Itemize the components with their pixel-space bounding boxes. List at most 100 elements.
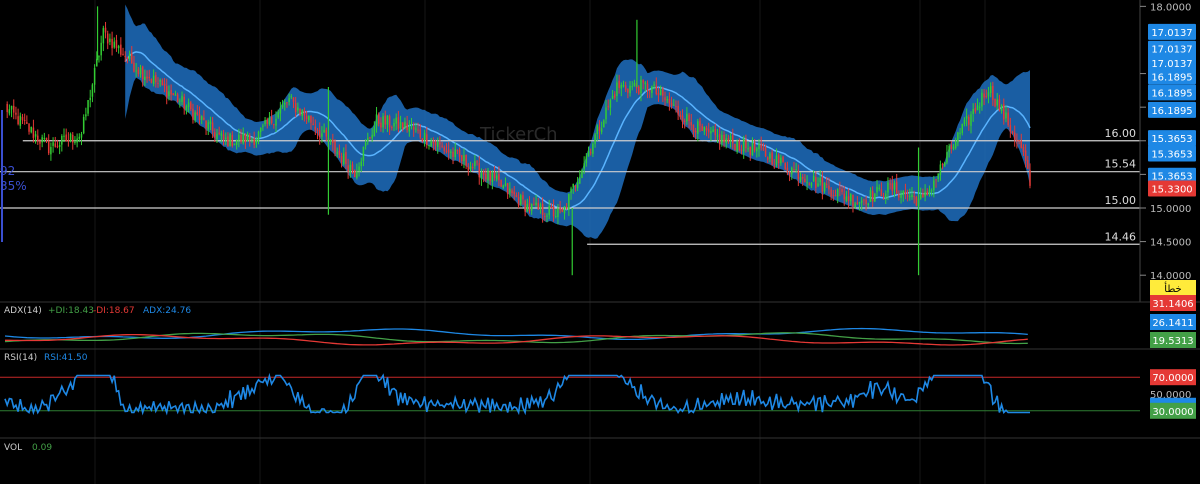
candle-body bbox=[275, 118, 277, 126]
candle-body bbox=[631, 86, 634, 88]
candle-body bbox=[509, 188, 511, 193]
candle-body bbox=[325, 129, 328, 137]
candle-body bbox=[666, 99, 668, 101]
candle-body bbox=[461, 155, 463, 162]
candle-body bbox=[482, 171, 485, 175]
candle-body bbox=[318, 130, 321, 138]
candle-body bbox=[607, 106, 609, 108]
candle-body bbox=[474, 161, 476, 167]
candle-body bbox=[699, 120, 701, 126]
adx-badge-label: خطأ bbox=[1164, 281, 1181, 295]
candle-body bbox=[249, 135, 251, 140]
candle-body bbox=[382, 116, 384, 128]
left-partial-percent: 35% bbox=[0, 179, 27, 193]
candle-body bbox=[515, 195, 518, 198]
candle-body bbox=[34, 134, 37, 137]
candle-body bbox=[489, 171, 491, 181]
candle-body bbox=[655, 85, 658, 95]
candle-body bbox=[23, 119, 26, 121]
candle-body bbox=[432, 142, 435, 144]
candle-body bbox=[491, 172, 494, 182]
candle-body bbox=[605, 107, 607, 120]
candle-body bbox=[469, 166, 472, 169]
candle-body bbox=[172, 93, 175, 96]
candle-body bbox=[30, 127, 32, 133]
candle-body bbox=[681, 115, 684, 122]
price-axis-badges: 17.0137 17.0137 17.0137 16.1895 16.1895 16.18… bbox=[1148, 23, 1196, 197]
candle-body bbox=[205, 120, 207, 128]
candle-body bbox=[926, 191, 929, 196]
candle-body bbox=[102, 28, 105, 44]
candle-body bbox=[959, 132, 961, 135]
candle-body bbox=[568, 193, 570, 211]
candle-body bbox=[799, 177, 802, 181]
candle-body bbox=[8, 109, 11, 114]
candle-body bbox=[377, 114, 380, 124]
candle-body bbox=[139, 67, 142, 75]
candle-body bbox=[340, 155, 343, 163]
candle-body bbox=[828, 185, 830, 190]
candle-body bbox=[692, 124, 695, 132]
candle-body bbox=[358, 166, 360, 172]
candle-body bbox=[393, 122, 395, 127]
candle-body bbox=[115, 40, 118, 49]
candle-body bbox=[812, 176, 815, 182]
candle-body bbox=[157, 83, 159, 85]
candle-body bbox=[41, 137, 43, 143]
candle-body bbox=[546, 215, 548, 217]
candle-body bbox=[12, 105, 15, 113]
axis-tick-label: 15.0000 bbox=[1150, 204, 1191, 215]
candle-body bbox=[565, 207, 568, 209]
candle-body bbox=[797, 170, 800, 179]
candle-body bbox=[294, 103, 297, 112]
candle-body bbox=[500, 180, 502, 187]
candle-body bbox=[930, 190, 933, 192]
candle-body bbox=[471, 167, 474, 169]
candle-body bbox=[430, 140, 432, 147]
candle-body bbox=[928, 189, 931, 194]
candle-body bbox=[773, 166, 776, 168]
stock-chart[interactable]: TickerCh 16.0015.5415.0014.46 92 35% 18.… bbox=[0, 0, 1200, 484]
candle-body bbox=[939, 164, 942, 176]
adx-plus-di-label: +DI:18.43 bbox=[48, 306, 94, 316]
candle-body bbox=[423, 132, 426, 140]
candle-body bbox=[498, 173, 500, 181]
candle-body bbox=[65, 134, 67, 142]
candle-body bbox=[349, 164, 352, 173]
candle-body bbox=[707, 129, 710, 133]
candle-body bbox=[183, 96, 185, 109]
price-badge-label: 16.1895 bbox=[1151, 72, 1192, 83]
candle-body bbox=[56, 146, 59, 148]
candle-body bbox=[954, 141, 957, 148]
price-badge-label: 17.0137 bbox=[1151, 45, 1192, 56]
candle-body bbox=[703, 127, 706, 132]
candle-body bbox=[404, 121, 406, 128]
candle-body bbox=[843, 193, 845, 200]
candle-body bbox=[902, 191, 905, 196]
candle-body bbox=[268, 117, 271, 125]
candle-body bbox=[240, 134, 242, 142]
candle-body bbox=[408, 126, 411, 132]
candle-body bbox=[592, 143, 594, 154]
candle-body bbox=[738, 140, 741, 151]
candle-body bbox=[957, 132, 959, 143]
candle-body bbox=[255, 140, 258, 144]
candle-body bbox=[823, 183, 826, 192]
candle-body bbox=[395, 117, 397, 124]
candle-body bbox=[898, 194, 900, 198]
candle-body bbox=[209, 121, 212, 124]
candle-body bbox=[734, 143, 736, 151]
candle-body bbox=[504, 183, 507, 186]
candle-body bbox=[323, 129, 325, 133]
candle-body bbox=[144, 76, 146, 81]
candle-body bbox=[775, 155, 778, 165]
candle-body bbox=[126, 57, 129, 60]
candle-body bbox=[266, 119, 269, 124]
candle-body bbox=[554, 215, 557, 218]
candle-body bbox=[882, 196, 885, 198]
candle-body bbox=[933, 180, 935, 191]
candle-body bbox=[367, 137, 369, 142]
candle-body bbox=[277, 112, 279, 118]
candle-body bbox=[961, 123, 964, 134]
candle-body bbox=[487, 170, 489, 181]
